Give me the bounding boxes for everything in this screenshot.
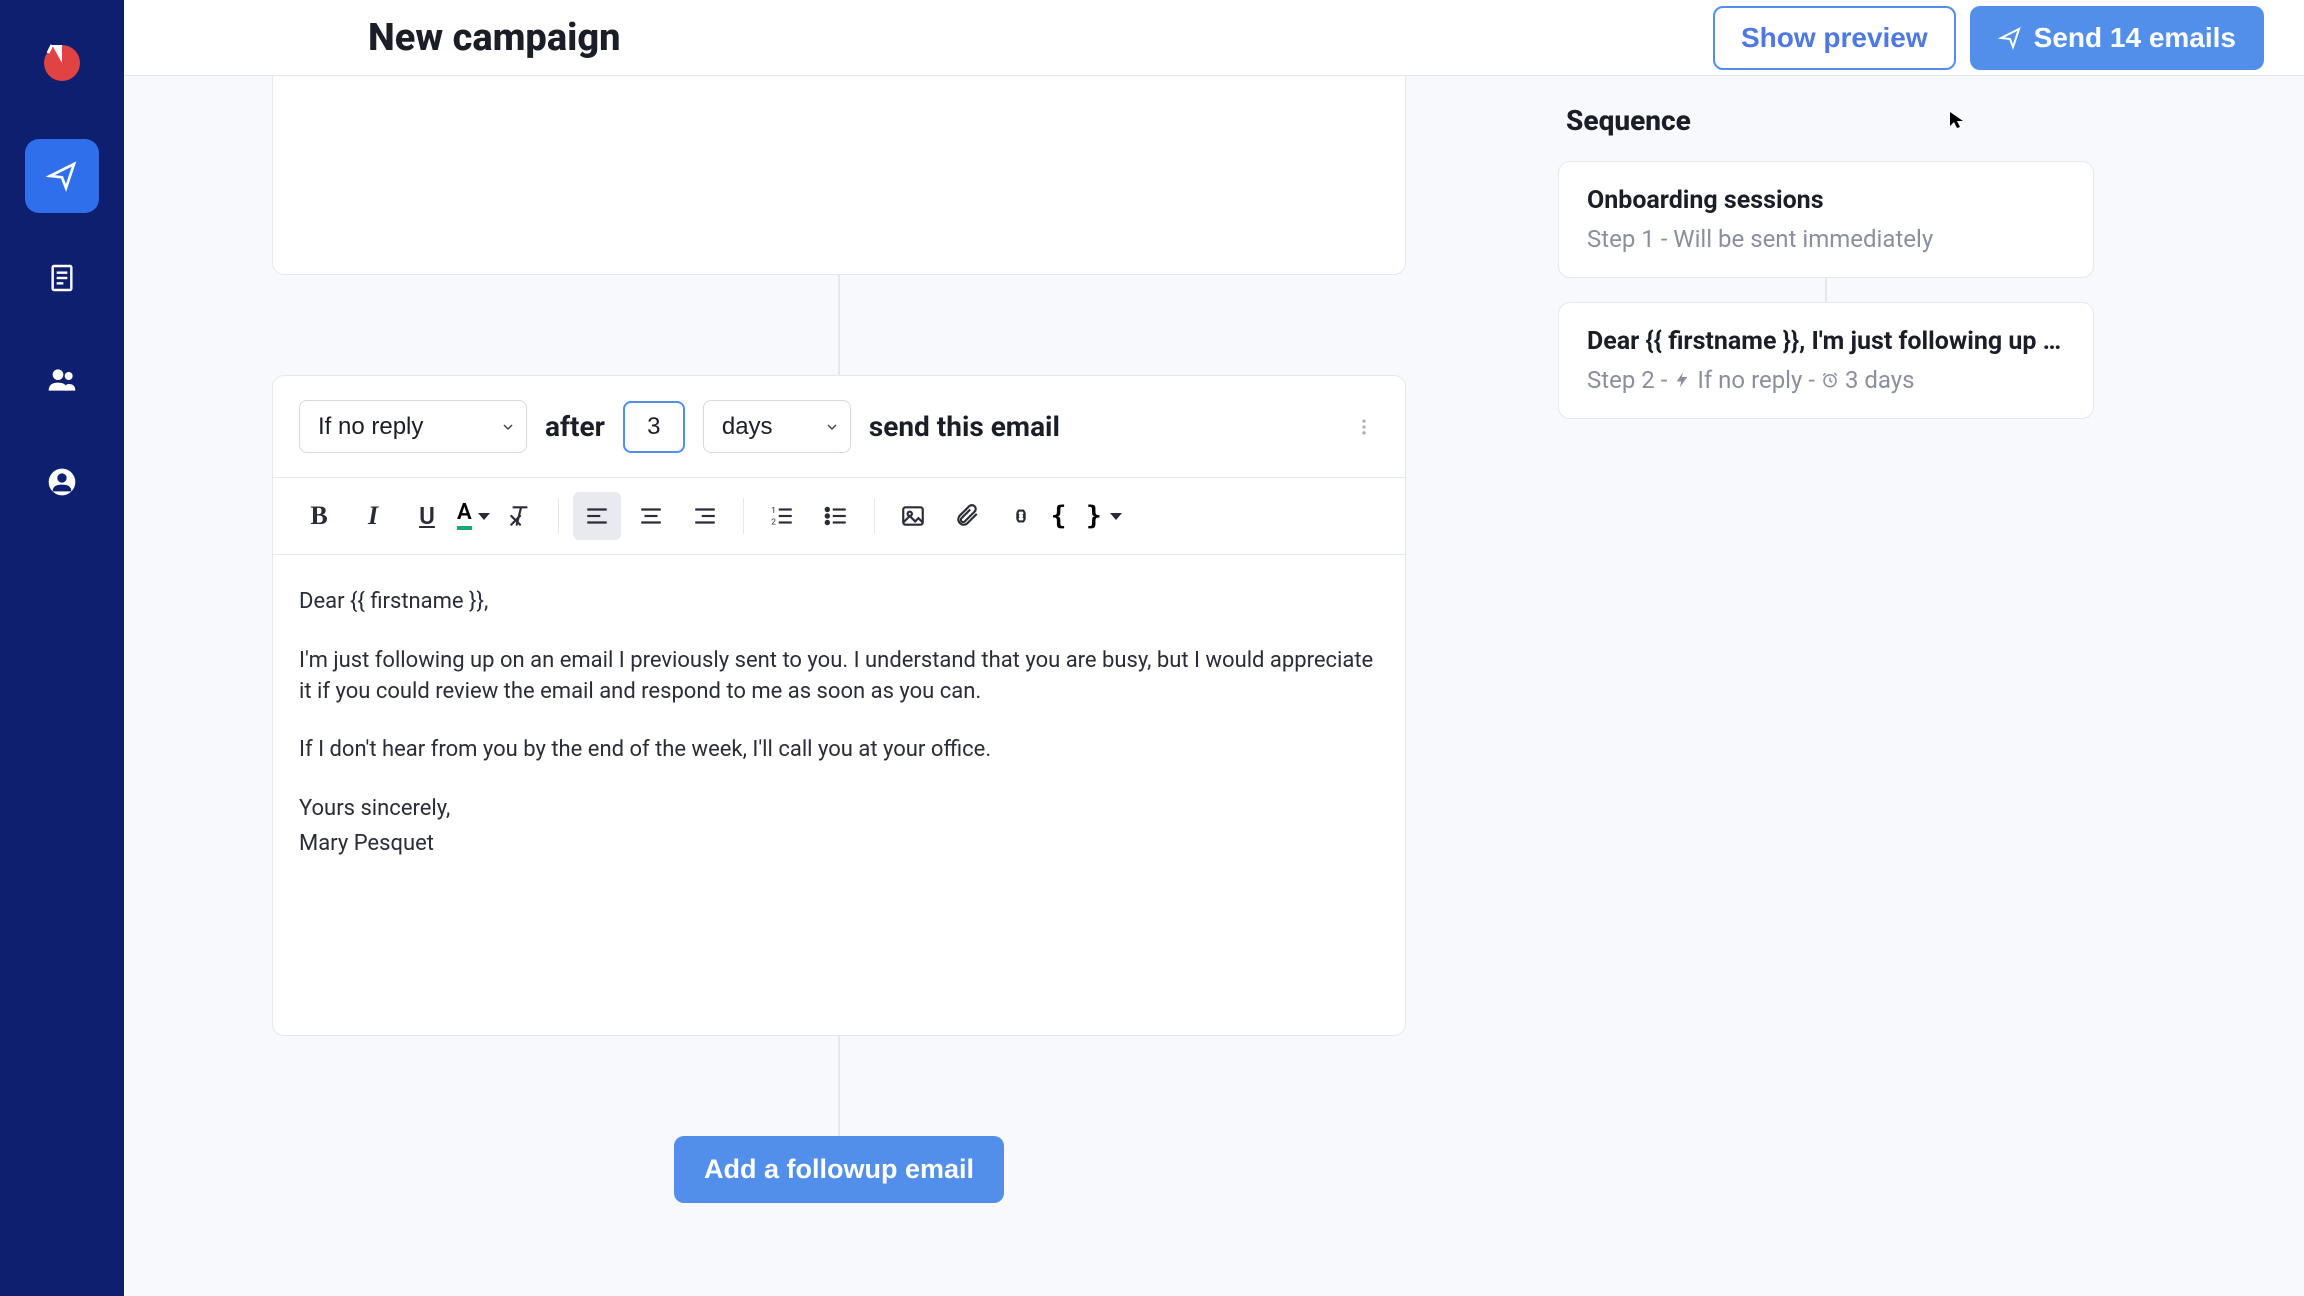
toolbar-separator: [558, 498, 559, 534]
align-right-button[interactable]: [681, 492, 729, 540]
bullet-list-icon: [823, 503, 849, 529]
bold-icon: B: [310, 501, 327, 531]
email-greeting: Dear {{ firstname }},: [299, 587, 1379, 618]
bold-button[interactable]: B: [295, 492, 343, 540]
clear-format-button[interactable]: [496, 492, 544, 540]
attach-file-button[interactable]: [943, 492, 991, 540]
add-followup-button[interactable]: Add a followup email: [674, 1136, 1004, 1203]
send-icon: [1998, 26, 2022, 50]
svg-text:1: 1: [771, 506, 776, 516]
insert-variable-button[interactable]: { }: [1051, 501, 1122, 531]
sequence-step-subtitle: Step 2 - If no reply - 3 days: [1587, 366, 2065, 394]
send-this-email-label: send this email: [869, 410, 1060, 443]
after-label: after: [545, 410, 605, 443]
clock-icon: [1821, 371, 1839, 389]
align-right-icon: [692, 503, 718, 529]
image-icon: [900, 503, 926, 529]
sequence-panel: Sequence Onboarding sessions Step 1 - Wi…: [1554, 76, 2304, 1296]
align-left-icon: [584, 503, 610, 529]
email-editor-card: If no reply after days send this email: [272, 375, 1406, 1036]
insert-image-button[interactable]: [889, 492, 937, 540]
sidebar-item-contacts[interactable]: [25, 343, 99, 417]
sequence-step-title: Dear {{ firstname }}, I'm just following…: [1587, 327, 2065, 356]
email-paragraph-1: I'm just following up on an email I prev…: [299, 646, 1379, 708]
underline-button[interactable]: U: [403, 492, 451, 540]
more-options-button[interactable]: [1349, 412, 1379, 442]
bullet-list-button[interactable]: [812, 492, 860, 540]
paperclip-icon: [954, 503, 980, 529]
show-preview-button[interactable]: Show preview: [1713, 6, 1956, 70]
app-logo: [38, 35, 86, 83]
chevron-down-icon: [478, 513, 490, 520]
sequence-connector: [838, 275, 840, 375]
previous-email-card[interactable]: [272, 76, 1406, 275]
align-left-button[interactable]: [573, 492, 621, 540]
email-signature: Mary Pesquet: [299, 829, 1379, 860]
format-toolbar: B I U A: [273, 477, 1405, 555]
text-color-icon: A: [457, 502, 472, 530]
email-paragraph-2: If I don't hear from you by the end of t…: [299, 735, 1379, 766]
text-color-button[interactable]: A: [457, 502, 490, 530]
align-center-button[interactable]: [627, 492, 675, 540]
sequence-step-title: Onboarding sessions: [1587, 186, 2065, 215]
sequence-connector: [838, 1036, 840, 1136]
left-sidebar: [0, 0, 124, 1296]
link-icon: [1008, 503, 1034, 529]
sequence-card-connector: [1825, 278, 1827, 302]
sidebar-item-account[interactable]: [25, 445, 99, 519]
send-emails-button[interactable]: Send 14 emails: [1970, 6, 2264, 70]
page-title: New campaign: [368, 16, 621, 60]
send-condition-row: If no reply after days send this email: [273, 376, 1405, 477]
chevron-down-icon: [1110, 513, 1122, 520]
top-header: New campaign Show preview Send 14 emails: [124, 0, 2304, 76]
svg-text:2: 2: [771, 518, 776, 528]
ordered-list-button[interactable]: 1 2: [758, 492, 806, 540]
lightning-icon: [1673, 371, 1691, 389]
italic-icon: I: [368, 501, 378, 531]
mouse-cursor-icon: [1948, 110, 1968, 130]
italic-button[interactable]: I: [349, 492, 397, 540]
trigger-select[interactable]: If no reply: [299, 400, 527, 453]
sequence-step-card[interactable]: Onboarding sessions Step 1 - Will be sen…: [1558, 161, 2094, 278]
sequence-step-subtitle: Step 1 - Will be sent immediately: [1587, 225, 2065, 253]
delay-unit-select[interactable]: days: [703, 400, 851, 453]
sidebar-item-send[interactable]: [25, 139, 99, 213]
sequence-step-card[interactable]: Dear {{ firstname }}, I'm just following…: [1558, 302, 2094, 419]
dots-vertical-icon: [1354, 417, 1374, 437]
insert-link-button[interactable]: [997, 492, 1045, 540]
send-emails-label: Send 14 emails: [2034, 22, 2236, 54]
sequence-title: Sequence: [1566, 104, 2094, 137]
code-braces-icon: { }: [1051, 501, 1104, 531]
align-center-icon: [638, 503, 664, 529]
email-signoff: Yours sincerely,: [299, 794, 1379, 825]
email-body-editor[interactable]: Dear {{ firstname }}, I'm just following…: [273, 555, 1405, 1035]
toolbar-separator: [743, 498, 744, 534]
ordered-list-icon: 1 2: [769, 503, 795, 529]
clear-format-icon: [507, 503, 533, 529]
sidebar-item-templates[interactable]: [25, 241, 99, 315]
delay-number-input[interactable]: [623, 401, 685, 453]
underline-icon: U: [419, 502, 435, 530]
toolbar-separator: [874, 498, 875, 534]
